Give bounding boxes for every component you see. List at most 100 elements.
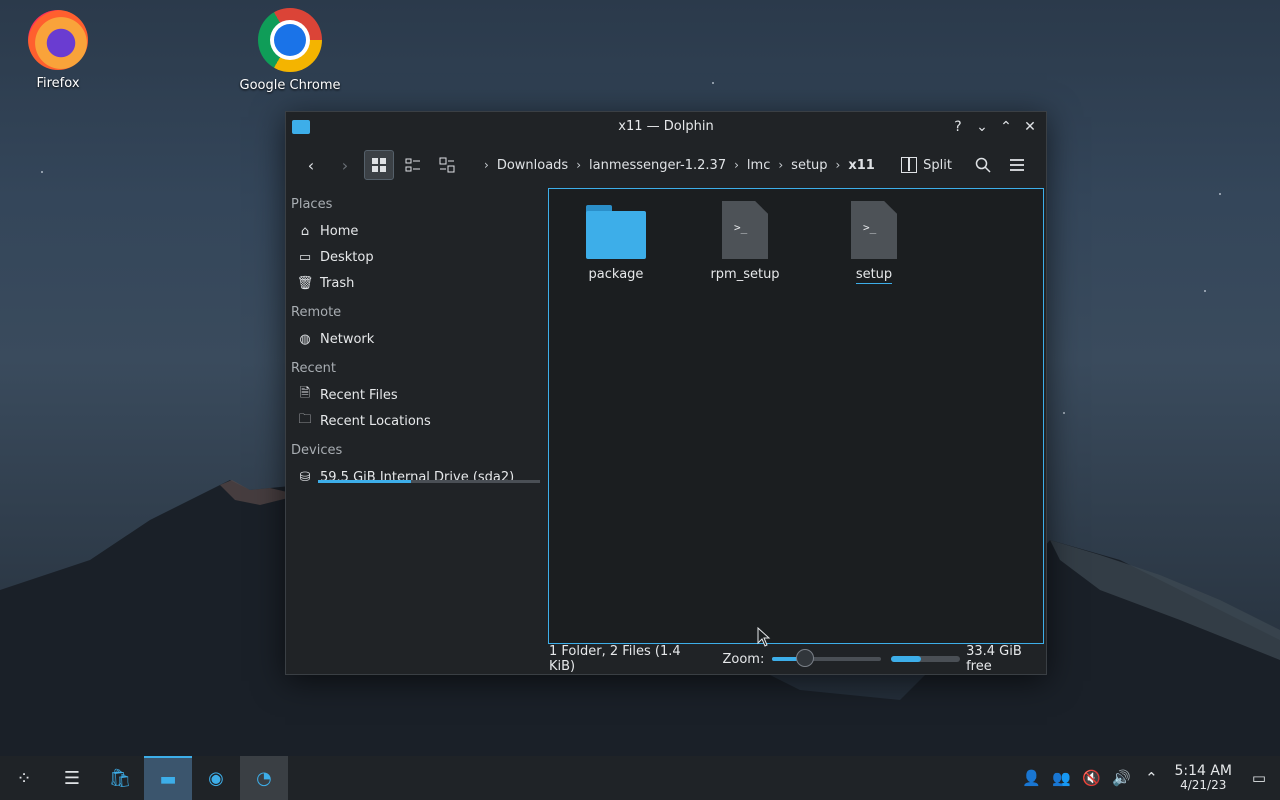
compact-view-icon xyxy=(405,158,420,172)
titlebar[interactable]: x11 — Dolphin ? ⌄ ⌃ ✕ xyxy=(286,112,1046,142)
task-browser[interactable]: ◉ xyxy=(192,756,240,800)
forward-icon: › xyxy=(341,155,349,175)
store-icon: 🛍 xyxy=(108,767,132,789)
sidebar-item-recent-locations[interactable]: 🗀 Recent Locations xyxy=(286,408,546,434)
desktop-icon-chrome[interactable]: Google Chrome xyxy=(235,8,345,93)
script-file-icon: >_ xyxy=(851,201,897,259)
sidebar-item-trash[interactable]: 🗑 Trash xyxy=(286,270,546,296)
split-button[interactable]: Split xyxy=(901,157,952,173)
file-name: setup xyxy=(855,267,893,284)
split-label: Split xyxy=(923,157,952,173)
sidebar-item-desktop[interactable]: ▭ Desktop xyxy=(286,244,546,270)
section-header-devices: Devices xyxy=(291,443,343,458)
breadcrumb-item-setup[interactable]: › setup xyxy=(770,158,827,173)
window-title: x11 — Dolphin xyxy=(618,119,714,134)
trash-icon: 🗑 xyxy=(296,275,314,291)
forward-button[interactable]: › xyxy=(330,150,360,180)
show-desktop-icon[interactable]: ▭ xyxy=(1244,756,1274,800)
section-header-remote: Remote xyxy=(291,305,342,320)
help-icon[interactable]: ? xyxy=(948,116,968,138)
breadcrumb-item-x11[interactable]: › x11 xyxy=(828,158,875,173)
search-icon xyxy=(975,157,991,173)
free-space-label: 33.4 GiB free xyxy=(966,644,1022,674)
sidebar-item-network[interactable]: ◍ Network xyxy=(286,326,546,352)
mouse-cursor xyxy=(757,627,771,647)
drive-icon: ⛁ xyxy=(299,469,311,485)
app-launcher-button[interactable]: ⁘ xyxy=(0,756,48,800)
task-system-settings-panel[interactable]: ☰ xyxy=(48,756,96,800)
zoom-slider[interactable] xyxy=(772,649,881,667)
breadcrumb-item-downloads[interactable]: › Downloads xyxy=(476,158,568,173)
sidebar-item-home[interactable]: ⌂ Home xyxy=(286,218,546,244)
task-dolphin[interactable]: ▬ xyxy=(144,756,192,800)
search-button[interactable] xyxy=(968,150,998,180)
details-view-icon xyxy=(439,157,455,173)
sliders-icon: ☰ xyxy=(63,767,81,789)
script-file-icon: >_ xyxy=(722,201,768,259)
dolphin-window: x11 — Dolphin ? ⌄ ⌃ ✕ ‹ › › Downloads › la… xyxy=(285,111,1047,675)
details-view-button[interactable] xyxy=(432,150,462,180)
places-panel: Places ⌂ Home ▭ Desktop 🗑 Trash Remote ◍ Net… xyxy=(286,188,546,644)
globe-icon: ◉ xyxy=(208,767,224,789)
icons-view-button[interactable] xyxy=(364,150,394,180)
sidebar-item-internal-drive[interactable]: ⛁ 59.5 GiB Internal Drive (sda2) xyxy=(286,464,546,490)
task-discover[interactable]: 🛍 xyxy=(96,756,144,800)
hamburger-menu-icon xyxy=(1010,159,1024,171)
volume-icon[interactable]: 🔊 xyxy=(1106,756,1136,800)
user-icon[interactable]: 👤 xyxy=(1016,756,1046,800)
clock[interactable]: 5:14 AM 4/21/23 xyxy=(1174,764,1232,792)
desktop-icon-firefox[interactable]: Firefox xyxy=(3,10,113,91)
file-name: package xyxy=(588,267,644,282)
recent-locations-icon: 🗀 xyxy=(298,412,312,427)
file-item-package[interactable]: package xyxy=(561,203,671,282)
tray-expand-icon[interactable]: ⌃ xyxy=(1136,756,1166,800)
file-view[interactable]: package >_ rpm_setup >_ setup xyxy=(548,188,1044,644)
microphone-muted-icon[interactable]: 🔇 xyxy=(1076,756,1106,800)
close-icon[interactable]: ✕ xyxy=(1020,116,1040,138)
clock-date: 4/21/23 xyxy=(1180,778,1227,792)
icons-view-icon xyxy=(372,158,386,172)
file-item-setup[interactable]: >_ setup xyxy=(819,201,929,284)
file-item-rpm-setup[interactable]: >_ rpm_setup xyxy=(690,201,800,282)
clock-time: 5:14 AM xyxy=(1174,763,1232,779)
breadcrumb-item-lmc[interactable]: › lmc xyxy=(726,158,770,173)
recent-files-icon: 🗎 xyxy=(299,386,311,401)
drive-usage-fill xyxy=(318,480,412,483)
back-icon: ‹ xyxy=(307,155,315,175)
app-launcher-icon: ⁘ xyxy=(16,767,32,789)
compact-view-button[interactable] xyxy=(398,150,428,180)
sidebar-item-label: Home xyxy=(320,223,359,239)
firefox-icon xyxy=(28,10,88,70)
home-icon: ⌂ xyxy=(300,223,310,239)
breadcrumb: › Downloads › lanmessenger-1.2.37 › lmc › se… xyxy=(476,158,875,173)
minimize-icon[interactable]: ⌄ xyxy=(972,116,992,138)
sidebar-item-label: Recent Locations xyxy=(320,413,431,429)
task-steam[interactable]: ◔ xyxy=(240,756,288,800)
free-space-fill xyxy=(890,656,922,662)
network-icon: ◍ xyxy=(299,331,311,347)
sidebar-item-recent-files[interactable]: 🗎 Recent Files xyxy=(286,382,546,408)
drive-usage-bar xyxy=(318,480,540,483)
file-name: rpm_setup xyxy=(710,267,780,282)
hamburger-menu-button[interactable] xyxy=(1002,150,1032,180)
maximize-icon[interactable]: ⌃ xyxy=(996,116,1016,138)
breadcrumb-item-lanmessenger[interactable]: › lanmessenger-1.2.37 xyxy=(568,158,726,173)
sidebar-item-label: Trash xyxy=(320,275,355,291)
split-icon xyxy=(901,157,918,173)
back-button[interactable]: ‹ xyxy=(296,150,326,180)
zoom-slider-handle[interactable] xyxy=(795,649,814,667)
sidebar-item-label: Recent Files xyxy=(320,387,398,403)
steam-icon: ◔ xyxy=(256,767,272,789)
dolphin-icon: ▬ xyxy=(159,768,177,790)
zoom-label: Zoom: xyxy=(722,651,765,667)
desktop-icon-label: Google Chrome xyxy=(239,78,341,93)
accounts-icon[interactable]: 👥 xyxy=(1046,756,1076,800)
desktop-icon-label: Firefox xyxy=(36,76,80,91)
status-bar: 1 Folder, 2 Files (1.4 KiB) Zoom: 33.4 G… xyxy=(286,644,1046,674)
system-tray: 👤 👥 🔇 🔊 ⌃ 5:14 AM 4/21/23 ▭ xyxy=(1016,756,1280,800)
desktop-icon: ▭ xyxy=(298,249,312,265)
folder-icon xyxy=(586,203,646,259)
chrome-icon xyxy=(258,8,322,72)
sidebar-item-label: Network xyxy=(320,331,375,347)
toolbar: ‹ › › Downloads › lanmessenger-1.2.37 › lmc… xyxy=(286,142,1046,188)
